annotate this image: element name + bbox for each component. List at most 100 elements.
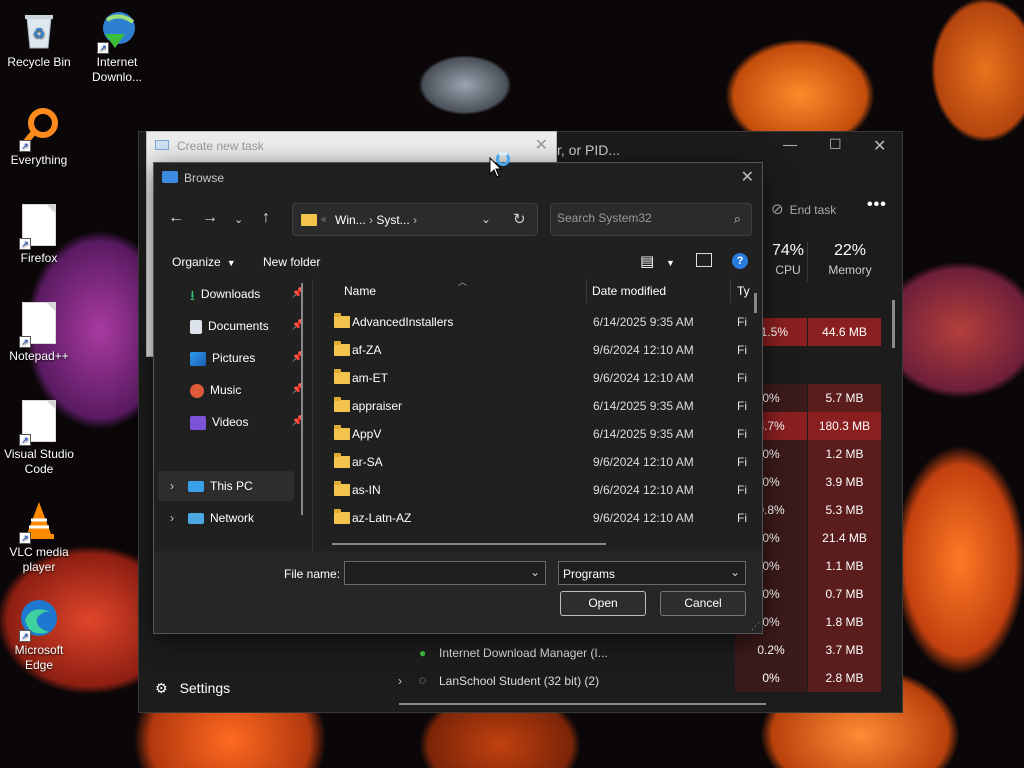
file-row[interactable]: am-ET 9/6/2024 12:10 AM Fi	[330, 364, 750, 392]
expand-chevron-icon[interactable]: ›	[170, 479, 174, 493]
process-name[interactable]: Internet Download Manager (I...	[439, 646, 608, 660]
nav-item-pictures[interactable]: Pictures 📌	[158, 343, 312, 373]
file-type-value: Programs	[563, 567, 616, 581]
folder-icon	[334, 369, 350, 384]
horizontal-scrollbar[interactable]	[399, 703, 766, 705]
column-divider[interactable]	[730, 279, 731, 303]
maximize-button[interactable]: ☐	[829, 136, 842, 153]
nav-item-this-pc[interactable]: › This PC	[158, 471, 294, 501]
file-name: az-Latn-AZ	[352, 511, 412, 525]
nav-pane-scrollbar[interactable]	[301, 283, 303, 515]
search-box[interactable]: ⌕	[550, 203, 752, 236]
file-row[interactable]: af-ZA 9/6/2024 12:10 AM Fi	[330, 336, 750, 364]
file-row[interactable]: as-IN 9/6/2024 12:10 AM Fi	[330, 476, 750, 504]
vlc-cone-icon: ↗	[17, 498, 61, 544]
process-usage-row[interactable]: 0.2% 3.7 MB	[735, 636, 881, 664]
desktop-icon-notepad-plus-plus[interactable]: ↗ Notepad++	[0, 302, 78, 364]
close-button[interactable]: ✕	[535, 135, 548, 155]
busy-cursor-icon	[496, 152, 510, 166]
file-type: Fi	[737, 371, 747, 385]
new-folder-button[interactable]: New folder	[263, 255, 320, 269]
nav-item-videos[interactable]: Videos 📌	[158, 407, 312, 437]
file-date-modified: 9/6/2024 12:10 AM	[593, 343, 694, 357]
nav-label: Pictures	[212, 351, 256, 365]
recent-locations-chevron-icon[interactable]: ⌄	[234, 213, 243, 226]
cpu-cell: 0%	[735, 664, 807, 692]
file-list-horizontal-scrollbar[interactable]	[332, 543, 606, 545]
open-button[interactable]: Open	[560, 591, 646, 616]
cancel-button[interactable]: Cancel	[660, 591, 746, 616]
memory-cell: 1.1 MB	[807, 552, 881, 580]
resize-grip-icon[interactable]: ⋰	[751, 621, 760, 632]
end-task-button[interactable]: ⊘ End task	[771, 200, 836, 218]
expand-chevron-icon[interactable]: ›	[398, 674, 402, 688]
memory-cell: 5.3 MB	[807, 496, 881, 524]
desktop-icon-everything[interactable]: ↗ Everything	[0, 106, 78, 168]
column-header-type[interactable]: Ty	[737, 284, 750, 298]
minimize-button[interactable]: —	[783, 136, 797, 152]
file-name: AppV	[352, 427, 382, 441]
desktop-icon-visual-studio-code[interactable]: ↗ Visual Studio Code	[0, 400, 78, 477]
address-bar[interactable]: « Win... › Syst... › ⌄ ↻	[292, 203, 538, 236]
preview-pane-icon[interactable]	[696, 253, 712, 267]
process-search-input[interactable]: r, or PID...	[557, 142, 620, 158]
nav-item-downloads[interactable]: ⭳ Downloads 📌	[158, 279, 312, 309]
file-row[interactable]: AppV 6/14/2025 9:35 AM Fi	[330, 420, 750, 448]
memory-cell: 0.7 MB	[807, 580, 881, 608]
end-task-icon: ⊘	[771, 201, 784, 218]
idm-process-icon: ●	[419, 646, 427, 660]
close-button[interactable]: ✕	[873, 136, 886, 156]
expand-chevron-icon[interactable]: ›	[170, 511, 174, 525]
file-row[interactable]: az-Latn-AZ 9/6/2024 12:10 AM Fi	[330, 504, 750, 532]
column-header-name[interactable]: Name	[344, 284, 376, 298]
file-date-modified: 6/14/2025 9:35 AM	[593, 399, 694, 413]
lanschool-process-icon: ◌	[419, 673, 427, 687]
file-list-vertical-scrollbar[interactable]	[754, 293, 757, 313]
address-dropdown-chevron-icon[interactable]: ⌄	[481, 212, 491, 226]
file-type-select[interactable]: Programs ⌄	[558, 561, 746, 585]
settings-nav-item[interactable]: ⚙ Settings	[155, 680, 230, 697]
computer-icon	[188, 481, 204, 493]
column-divider[interactable]	[586, 279, 587, 303]
music-icon	[190, 383, 204, 398]
nav-pane-divider[interactable]	[312, 279, 313, 551]
process-usage-row[interactable]: 0% 2.8 MB	[735, 664, 881, 692]
nav-item-documents[interactable]: Documents 📌	[158, 311, 312, 341]
back-arrow-icon[interactable]: ←	[168, 209, 184, 227]
file-name: ar-SA	[352, 455, 383, 469]
file-row[interactable]: appraiser 6/14/2025 9:35 AM Fi	[330, 392, 750, 420]
refresh-icon[interactable]: ↻	[513, 210, 526, 228]
desktop-icon-vlc[interactable]: ↗ VLC media player	[0, 498, 78, 575]
process-name[interactable]: LanSchool Student (32 bit) (2)	[439, 674, 599, 688]
desktop-icon-recycle-bin[interactable]: ♻ Recycle Bin	[0, 8, 78, 70]
nav-item-network[interactable]: › Network	[158, 503, 294, 533]
view-options-icon[interactable]: ▤	[640, 252, 654, 270]
up-arrow-icon[interactable]: ↑	[262, 209, 270, 227]
forward-arrow-icon[interactable]: →	[202, 209, 218, 227]
memory-column-header[interactable]: 22% Memory	[813, 242, 887, 277]
more-options-button[interactable]: •••	[867, 196, 887, 214]
file-date-modified: 9/6/2024 12:10 AM	[593, 371, 694, 385]
path-segment-system32[interactable]: Syst...	[376, 213, 409, 227]
help-icon[interactable]: ?	[732, 253, 748, 269]
column-header-date-modified[interactable]: Date modified	[592, 284, 666, 298]
nav-item-music[interactable]: Music 📌	[158, 375, 312, 405]
organize-button[interactable]: Organize ▼	[172, 255, 236, 269]
desktop-icon-microsoft-edge[interactable]: ↗ Microsoft Edge	[0, 596, 78, 673]
close-button[interactable]: ✕	[741, 167, 754, 187]
search-input[interactable]	[557, 211, 727, 225]
memory-cell: 2.8 MB	[807, 664, 881, 692]
overflow-chevrons-icon: «	[321, 214, 327, 225]
desktop-icon-label: Visual Studio Code	[4, 447, 74, 476]
desktop-icon-internet-download-manager[interactable]: ↗ Internet Downlo...	[78, 8, 156, 85]
desktop-icon-firefox[interactable]: ↗ Firefox	[0, 204, 78, 266]
file-row[interactable]: ar-SA 9/6/2024 12:10 AM Fi	[330, 448, 750, 476]
file-row[interactable]: AdvancedInstallers 6/14/2025 9:35 AM Fi	[330, 308, 750, 336]
vertical-scrollbar[interactable]	[892, 300, 895, 348]
file-name-input[interactable]: ⌄	[344, 561, 546, 585]
path-segment-windows[interactable]: Win...	[335, 213, 366, 227]
shortcut-arrow-icon: ↗	[19, 434, 31, 446]
chevron-down-icon[interactable]: ⌄	[530, 565, 540, 579]
run-app-icon	[155, 140, 169, 150]
view-dropdown-chevron-icon[interactable]: ▼	[666, 258, 675, 268]
